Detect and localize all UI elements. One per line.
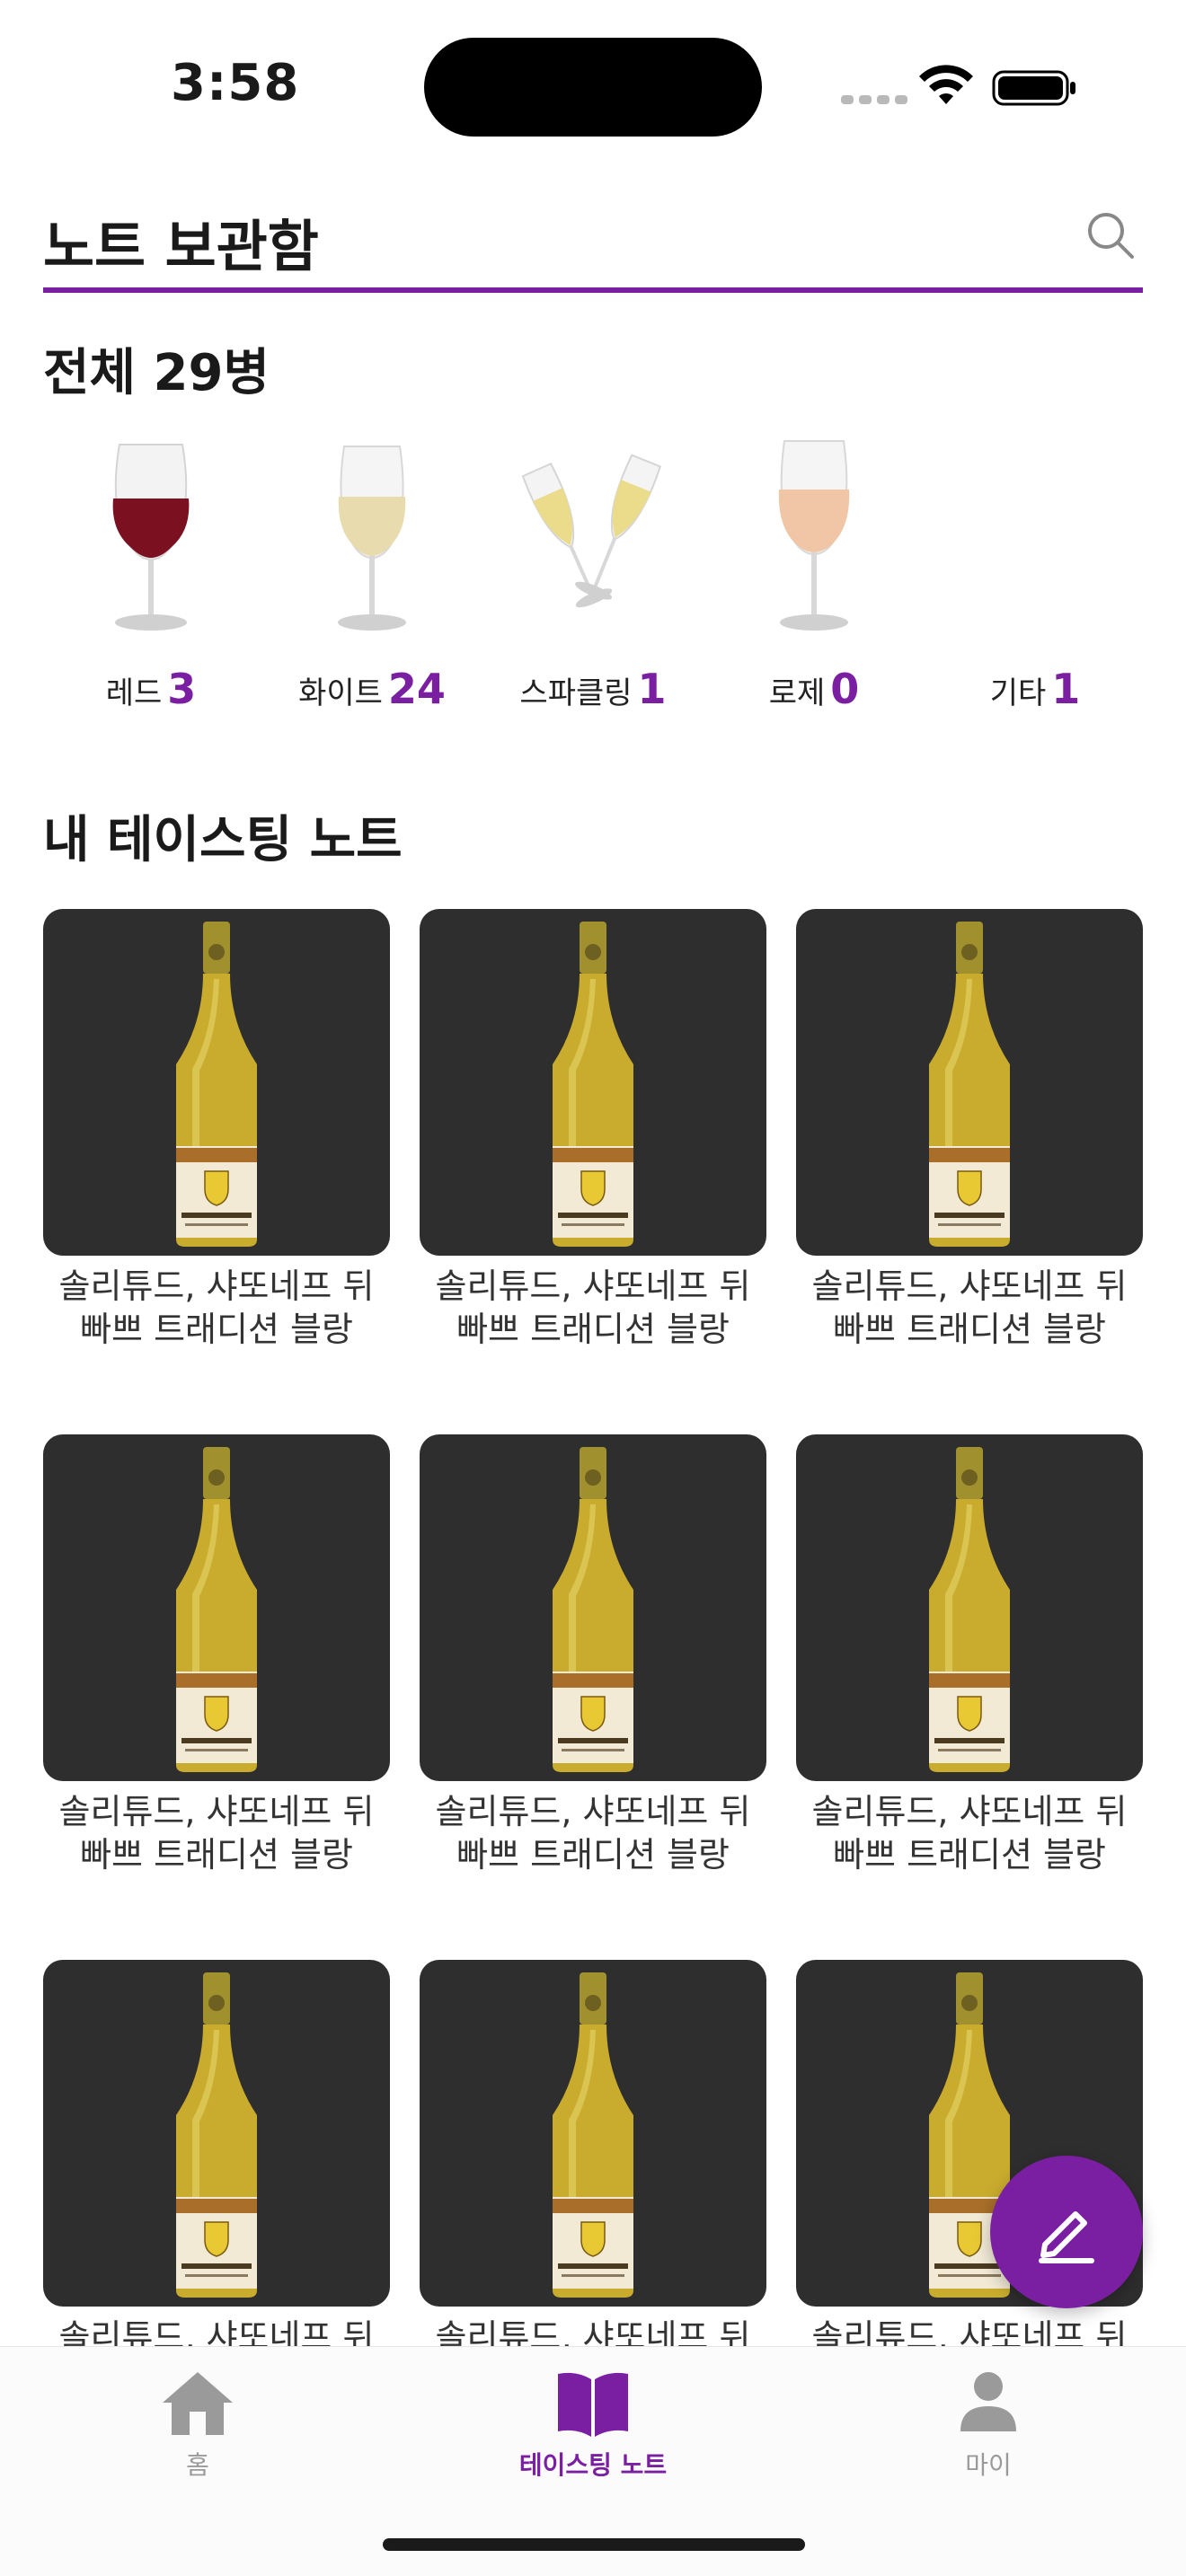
note-wine-name: 솔리튜드, 샤또네프 뒤 빠쁘 트래디션 블랑 [435,1266,751,1349]
tab-tasting-notes[interactable]: 테이스팅 노트 [458,2367,728,2482]
category-count: 1 [637,665,667,713]
note-card[interactable]: 솔리튜드, 샤또네프 뒤 빠쁘 트래디션 블랑 [43,1960,390,2346]
status-time: 3:58 [171,54,300,112]
category-name: 레드 [105,675,163,711]
tab-home[interactable]: 홈 [63,2367,332,2482]
category-sparkling[interactable]: 스파클링 1 [485,431,701,728]
note-wine-name: 솔리튜드, 샤또네프 뒤 빠쁘 트래디션 블랑 [811,1266,1128,1349]
note-wine-name: 솔리튜드, 샤또네프 뒤 빠쁘 트래디션 블랑 [435,1792,751,1875]
wine-bottle-image [420,1434,766,1781]
wine-bottle-image [796,1434,1143,1781]
header: 노트 보관함 [43,189,1143,293]
wine-bottle-image [796,909,1143,1256]
home-icon [163,2372,233,2435]
rose-wine-glass-icon [706,431,922,647]
note-card[interactable]: 솔리튜드, 샤또네프 뒤 빠쁘 트래디션 블랑 [420,1434,766,1876]
status-bar: 3:58 [0,0,1186,171]
note-card[interactable]: 솔리튜드, 샤또네프 뒤 빠쁘 트래디션 블랑 [43,1434,390,1876]
note-wine-name: 솔리튜드, 샤또네프 뒤 빠쁘 트래디션 블랑 [58,2317,375,2346]
home-indicator [383,2538,805,2551]
note-card[interactable]: 솔리튜드, 샤또네프 뒤 빠쁘 트래디션 블랑 [420,909,766,1351]
wine-bottle-image [43,909,390,1256]
category-count: 3 [167,665,197,713]
category-count: 1 [1051,665,1081,713]
tab-label: 테이스팅 노트 [518,2450,668,2480]
wine-bottle-image [43,1960,390,2307]
wine-bottle-image [43,1434,390,1781]
category-name: 기타 [989,675,1047,711]
cellular-signal-icon [841,95,907,104]
page-title: 노트 보관함 [43,214,319,279]
tab-my[interactable]: 마이 [854,2367,1123,2482]
category-count: 0 [830,665,860,713]
write-note-button[interactable] [990,2156,1143,2308]
category-name: 로제 [768,675,826,711]
wine-bottle-image [420,1960,766,2307]
category-list: 레드 3 화이트 24 스파클링 1 로제 0 기타 1 [43,431,1143,728]
red-wine-glass-icon [43,431,259,647]
battery-icon [992,70,1075,106]
wine-bottle-image [420,909,766,1256]
category-name: 스파클링 [519,675,633,711]
category-name: 화이트 [298,675,383,711]
note-card[interactable]: 솔리튜드, 샤또네프 뒤 빠쁘 트래디션 블랑 [796,1434,1143,1876]
sparkling-toast-icon [485,431,701,647]
note-wine-name: 솔리튜드, 샤또네프 뒤 빠쁘 트래디션 블랑 [811,2317,1128,2346]
note-card[interactable]: 솔리튜드, 샤또네프 뒤 빠쁘 트래디션 블랑 [796,909,1143,1351]
note-wine-name: 솔리튜드, 샤또네프 뒤 빠쁘 트래디션 블랑 [811,1792,1128,1875]
tab-label: 마이 [965,2450,1012,2480]
wifi-icon [919,65,973,104]
note-wine-name: 솔리튜드, 샤또네프 뒤 빠쁘 트래디션 블랑 [58,1266,375,1349]
category-white[interactable]: 화이트 24 [264,431,480,728]
dynamic-island [424,38,762,137]
white-wine-glass-icon [264,431,480,647]
pencil-icon [1039,2211,1094,2263]
person-icon [960,2372,1016,2431]
search-icon[interactable] [1084,208,1137,262]
note-card[interactable]: 솔리튜드, 샤또네프 뒤 빠쁘 트래디션 블랑 [43,909,390,1351]
category-other[interactable]: 기타 1 [927,431,1143,728]
summary-title: 전체 29병 [43,344,270,402]
notes-grid: 솔리튜드, 샤또네프 뒤 빠쁘 트래디션 블랑솔리튜드, 샤또네프 뒤 빠쁘 트… [43,909,1143,2346]
category-red[interactable]: 레드 3 [43,431,259,728]
category-count: 24 [387,665,446,713]
book-icon [558,2372,628,2437]
note-card[interactable]: 솔리튜드, 샤또네프 뒤 빠쁘 트래디션 블랑 [420,1960,766,2346]
note-wine-name: 솔리튜드, 샤또네프 뒤 빠쁘 트래디션 블랑 [58,1792,375,1875]
tab-label: 홈 [186,2450,209,2480]
category-rose[interactable]: 로제 0 [706,431,922,728]
notes-section-title: 내 테이스팅 노트 [43,811,403,869]
note-wine-name: 솔리튜드, 샤또네프 뒤 빠쁘 트래디션 블랑 [435,2317,751,2346]
